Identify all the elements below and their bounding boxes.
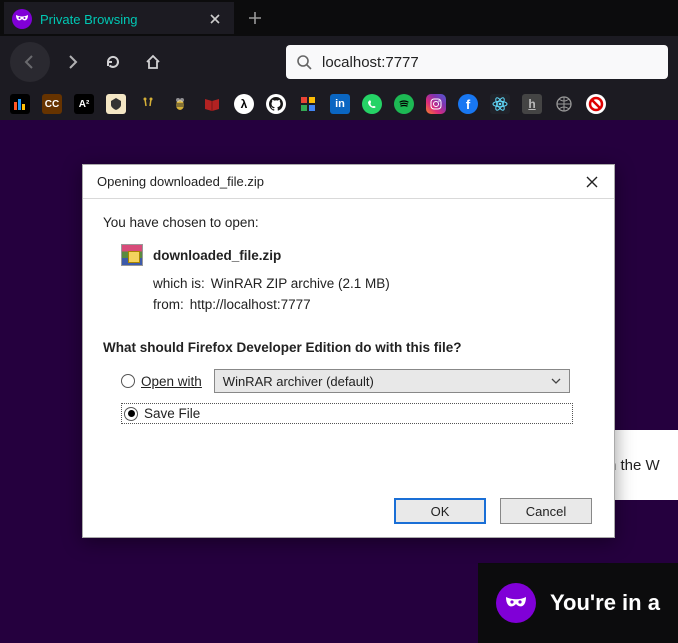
search-icon [296,54,312,70]
open-with-select[interactable]: WinRAR archiver (default) [214,369,570,393]
bookmark-lambda[interactable]: λ [234,94,254,114]
bookmark-whatsapp[interactable] [362,94,382,114]
bookmark-linkedin[interactable]: in [330,94,350,114]
bookmark-cc[interactable]: CC [42,94,62,114]
bookmark-bars[interactable] [10,94,30,114]
download-dialog: Opening downloaded_file.zip You have cho… [82,164,615,538]
dialog-title: Opening downloaded_file.zip [97,174,264,189]
url-bar[interactable]: localhost:7777 [286,45,668,79]
from-label: from: [153,297,184,312]
bookmark-block[interactable] [586,94,606,114]
private-card-text: n the W [608,457,660,474]
dialog-close-button[interactable] [580,170,604,194]
open-with-row[interactable]: Open with WinRAR archiver (default) [121,369,594,393]
bookmark-cheers[interactable] [138,94,158,114]
mask-icon [496,583,536,623]
file-row: downloaded_file.zip [121,244,594,266]
from-row: from: http://localhost:7777 [153,297,594,312]
save-file-label: Save File [144,406,200,421]
bookmark-instagram[interactable] [426,94,446,114]
bookmark-globe[interactable] [554,94,574,114]
winrar-icon [121,244,143,266]
chevron-down-icon [551,378,561,384]
reload-button[interactable] [96,45,130,79]
bookmark-facebook[interactable]: f [458,94,478,114]
bookmark-a2[interactable]: A² [74,94,94,114]
dialog-footer: OK Cancel [83,485,614,537]
bookmark-bee[interactable] [170,94,190,114]
bookmark-google[interactable] [298,94,318,114]
tab-label: Private Browsing [40,12,138,27]
dialog-titlebar: Opening downloaded_file.zip [83,165,614,199]
which-is-row: which is: WinRAR ZIP archive (2.1 MB) [153,276,594,291]
tab-private[interactable]: Private Browsing [4,2,234,34]
bookmark-spotify[interactable] [394,94,414,114]
forward-button[interactable] [56,45,90,79]
bookmark-book[interactable] [202,94,222,114]
home-button[interactable] [136,45,170,79]
cancel-button[interactable]: Cancel [500,498,592,524]
bookmark-github[interactable] [266,94,286,114]
open-with-radio[interactable] [121,374,135,388]
tab-strip: Private Browsing [0,0,678,36]
private-banner: You're in a [478,563,678,643]
save-file-row[interactable]: Save File [121,403,594,424]
open-with-label: Open with [141,374,202,389]
bookmark-h[interactable]: h [522,94,542,114]
bookmarks-bar: CC A² λ in f h [0,88,678,120]
bookmark-crest[interactable] [106,94,126,114]
new-tab-button[interactable] [240,3,270,33]
filename: downloaded_file.zip [153,248,281,263]
dialog-body: You have chosen to open: downloaded_file… [83,199,614,485]
open-with-value: WinRAR archiver (default) [223,374,374,389]
ok-button[interactable]: OK [394,498,486,524]
url-text: localhost:7777 [322,54,419,71]
which-is-label: which is: [153,276,205,291]
question-text: What should Firefox Developer Edition do… [103,340,594,355]
nav-toolbar: localhost:7777 [0,36,678,88]
from-value: http://localhost:7777 [190,297,311,312]
save-file-radio[interactable] [124,407,138,421]
which-is-value: WinRAR ZIP archive (2.1 MB) [211,276,390,291]
back-button[interactable] [10,42,50,82]
tab-close-button[interactable] [206,10,224,28]
mask-icon [12,9,32,29]
chosen-text: You have chosen to open: [103,215,594,230]
bookmark-react[interactable] [490,94,510,114]
private-banner-text: You're in a [550,590,660,616]
